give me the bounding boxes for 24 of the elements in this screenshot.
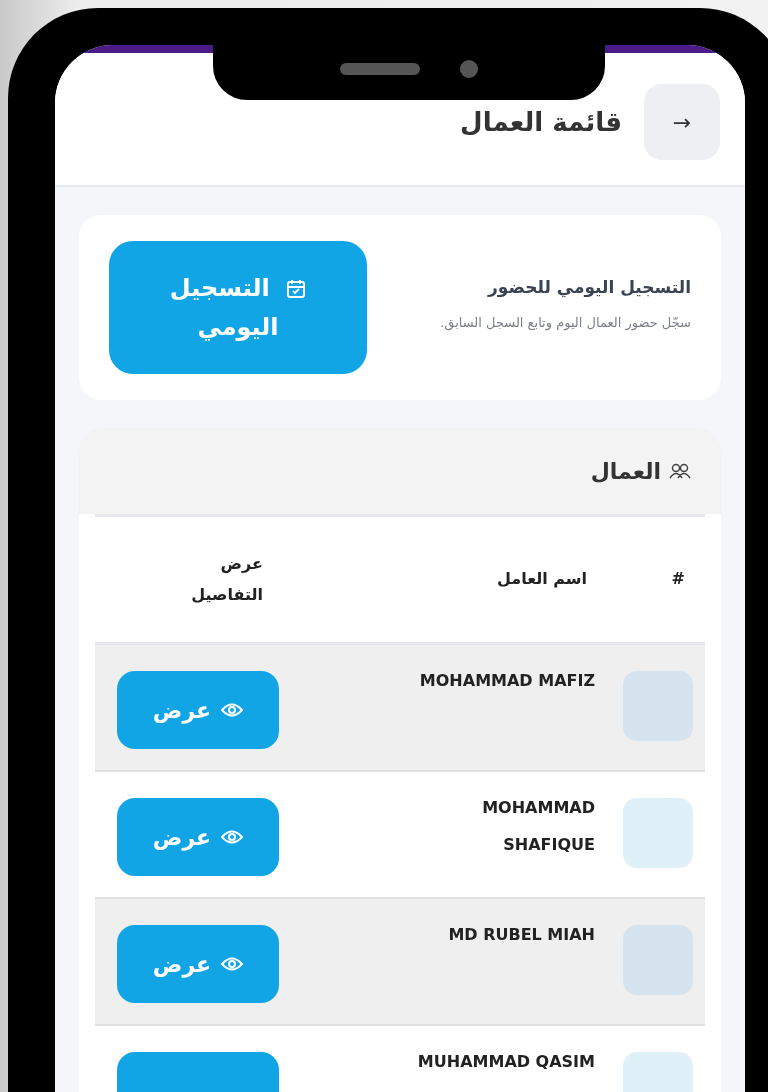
- calendar-icon: [286, 279, 307, 300]
- worker-name: MOHAMMAD MAFIZ: [418, 670, 595, 692]
- column-header: #: [670, 568, 686, 591]
- column-header: عرض التفاصيل: [190, 553, 264, 606]
- card-title: التسجيل اليومي للحضور: [486, 276, 691, 297]
- number-cell: [623, 798, 693, 868]
- worker-name: MUHAMMAD QASIM: [416, 1051, 595, 1073]
- users-icon: [669, 463, 691, 479]
- view-button[interactable]: عرض: [117, 798, 279, 876]
- worker-name: MD RUBEL MIAH: [447, 924, 595, 946]
- number-cell: [623, 671, 693, 741]
- page-title: قائمة العمال: [460, 107, 622, 137]
- back-button[interactable]: →: [644, 84, 720, 160]
- view-button[interactable]: عرض: [117, 925, 279, 1003]
- daily-attendance-button[interactable]: التسجيل اليومي: [109, 241, 367, 374]
- panel-title: العمال: [590, 458, 661, 484]
- number-cell: [623, 925, 693, 995]
- eye-icon: [221, 703, 244, 717]
- view-button[interactable]: عرض: [117, 671, 279, 749]
- column-header: اسم العامل: [495, 568, 588, 591]
- card-description: سجّل حضور العمال اليوم وتابع السجل السابق.: [439, 313, 691, 333]
- worker-name: MOHAMMAD SHAFIQUE: [481, 797, 595, 856]
- eye-icon: [221, 957, 244, 971]
- eye-icon: [221, 830, 244, 844]
